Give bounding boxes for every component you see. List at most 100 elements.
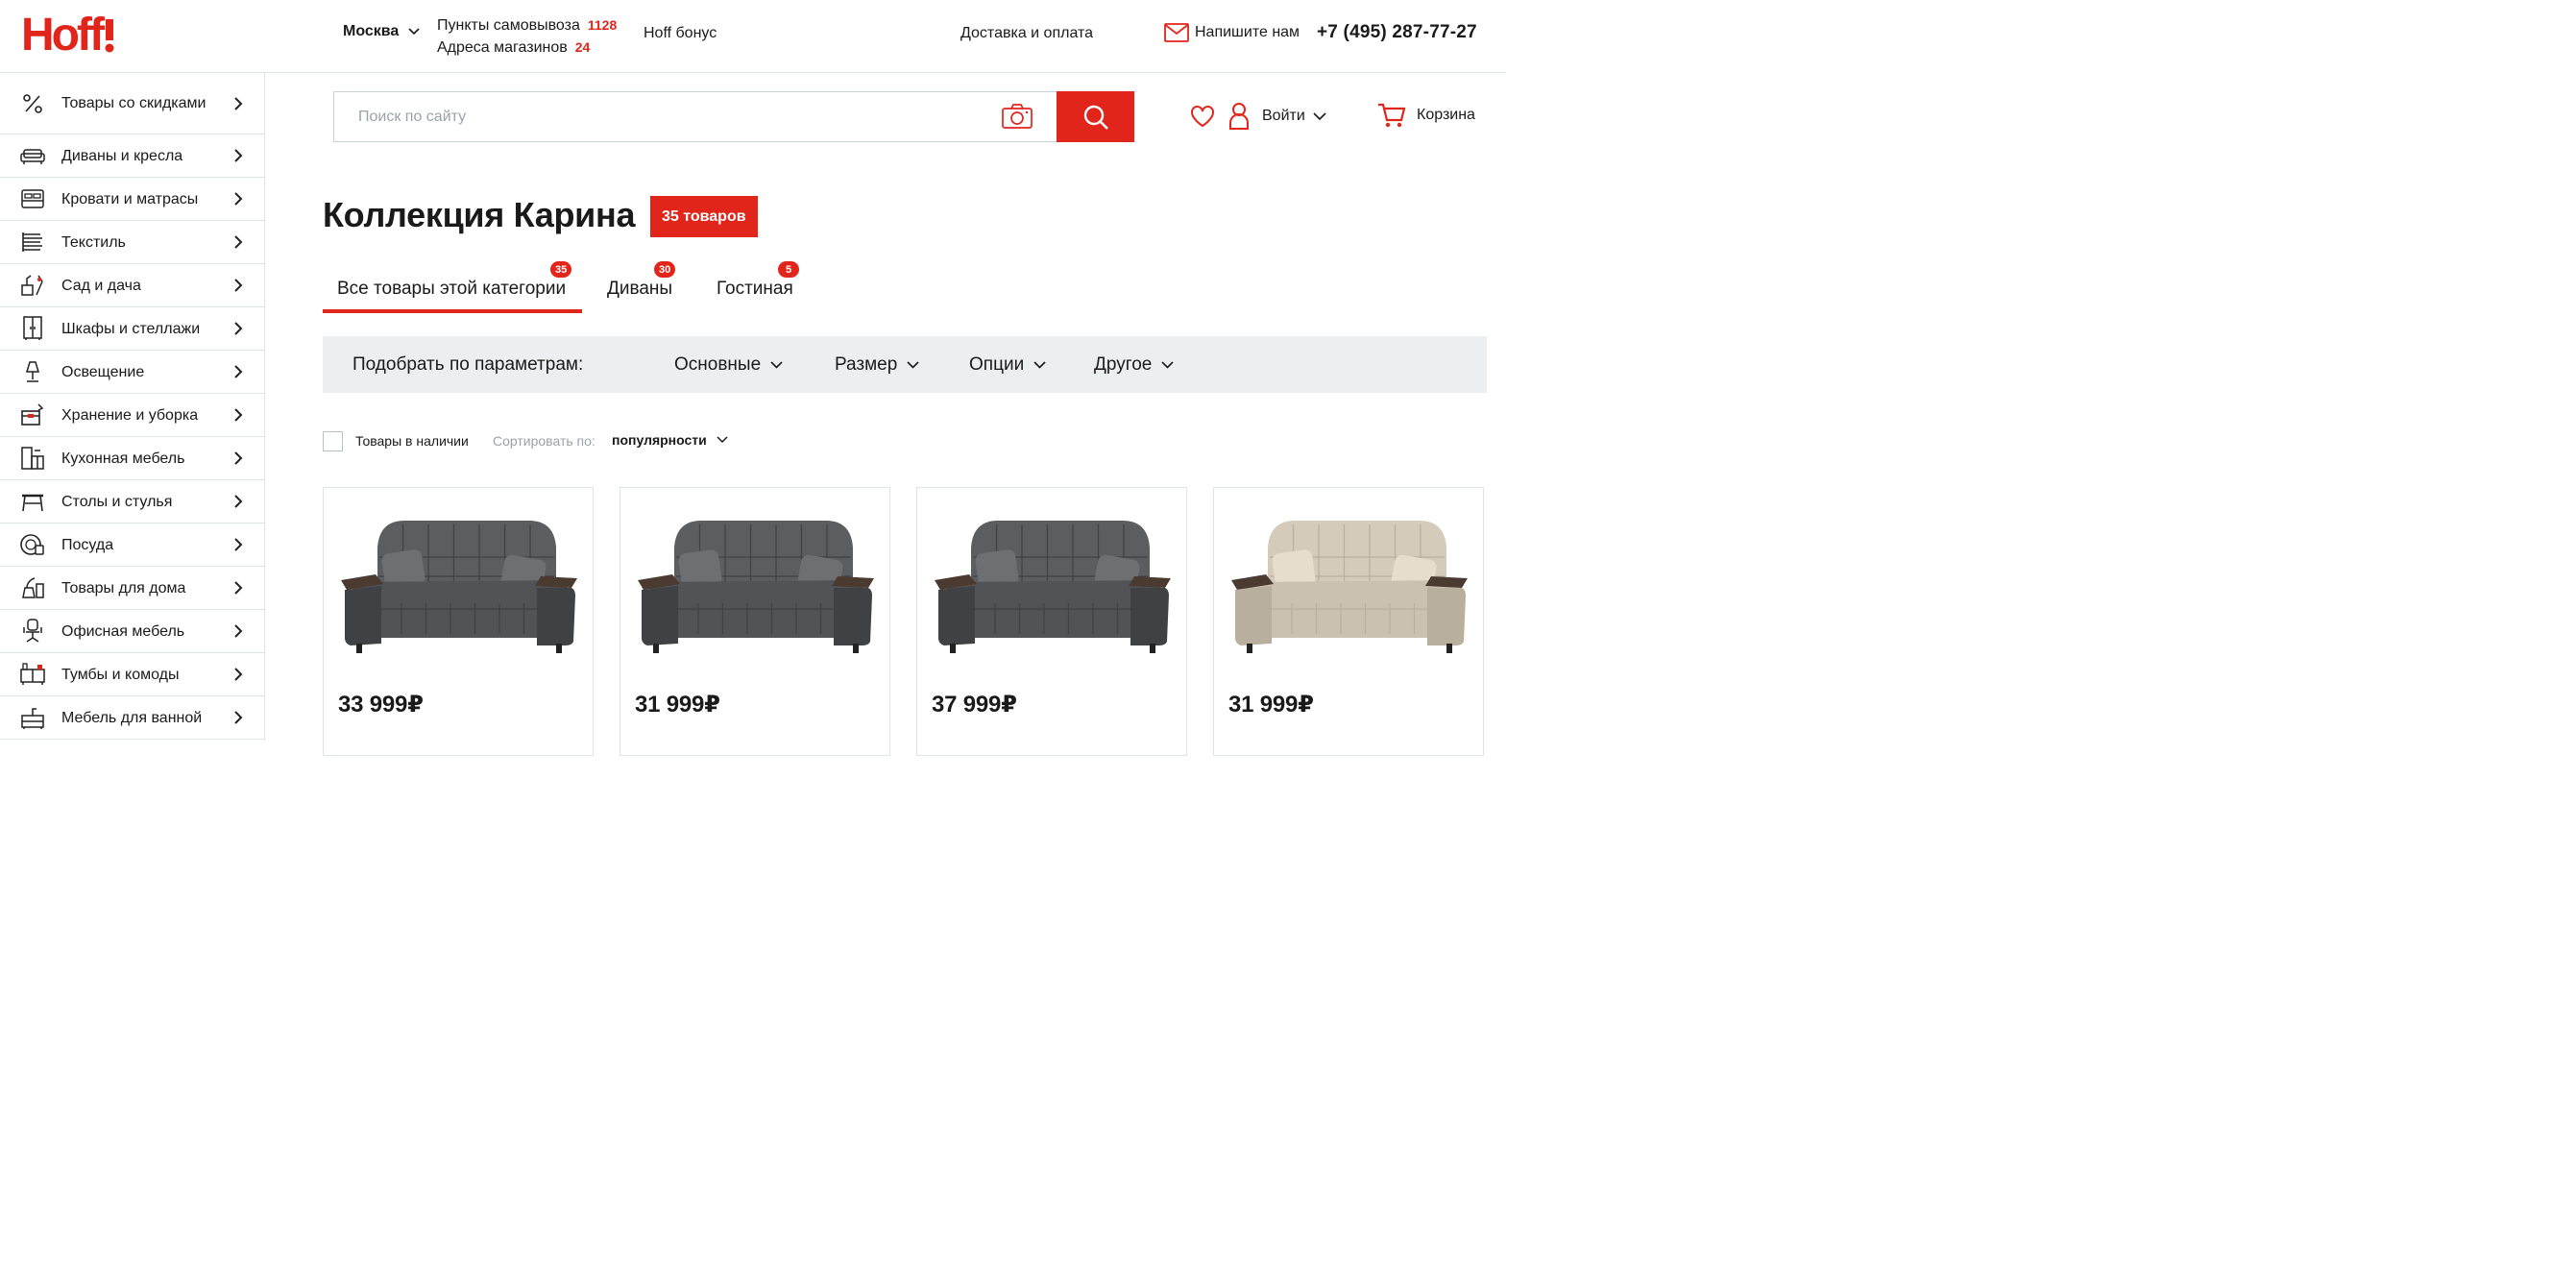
tab-count-badge: 30 bbox=[654, 261, 676, 278]
sofa-arm-left bbox=[345, 586, 381, 645]
sofa-leg bbox=[556, 644, 562, 653]
armrest bbox=[832, 576, 874, 588]
sidebar-item-label: Освещение bbox=[61, 363, 145, 380]
pickup-points-count: 1128 bbox=[587, 17, 618, 33]
product-price: 37 999₽ bbox=[932, 692, 1017, 718]
chevron-right-icon bbox=[234, 668, 243, 681]
in-stock-label[interactable]: Товары в наличии bbox=[355, 433, 469, 449]
pickup-points-link[interactable]: Пункты самовывоза 1128 bbox=[437, 14, 617, 37]
filter-options-dropdown[interactable]: Опции bbox=[969, 354, 1046, 376]
tab-living-room[interactable]: Гостиная 5 bbox=[717, 261, 799, 300]
tab-label: Гостиная bbox=[717, 279, 793, 299]
cart-button[interactable]: Корзина bbox=[1376, 101, 1475, 130]
sidebar-item-label: Товары со скидками bbox=[61, 95, 207, 111]
storage-icon bbox=[21, 403, 44, 426]
tab-label: Все товары этой категории bbox=[337, 279, 567, 299]
sidebar-item-label: Шкафы и стеллажи bbox=[61, 320, 201, 337]
product-image bbox=[638, 521, 874, 653]
bathroom-icon bbox=[21, 708, 44, 729]
sidebar-item-label: Мебель для ванной bbox=[61, 709, 203, 726]
sidebar-item-home-goods[interactable]: Товары для дома bbox=[0, 567, 264, 610]
product-image bbox=[1231, 521, 1468, 653]
sidebar-item-bathroom[interactable]: Мебель для ванной bbox=[0, 696, 264, 740]
chevron-down-icon bbox=[770, 361, 783, 369]
search-button[interactable] bbox=[1057, 91, 1134, 142]
sofa-arm-left bbox=[1235, 586, 1272, 645]
phone-number[interactable]: +7 (495) 287-77-27 bbox=[1317, 22, 1477, 43]
sofa-icon bbox=[20, 149, 45, 164]
sidebar-item-wardrobes[interactable]: Шкафы и стеллажи bbox=[0, 307, 264, 351]
sidebar-item-lighting[interactable]: Освещение bbox=[0, 351, 264, 394]
chevron-right-icon bbox=[234, 538, 243, 551]
product-card[interactable]: 31 999₽ bbox=[620, 487, 890, 756]
filter-other-dropdown[interactable]: Другое bbox=[1094, 354, 1174, 376]
product-image bbox=[935, 521, 1171, 653]
login-dropdown[interactable]: Войти bbox=[1262, 108, 1326, 125]
sidebar-item-tables[interactable]: Столы и стулья bbox=[0, 480, 264, 523]
filter-main-dropdown[interactable]: Основные bbox=[674, 354, 783, 376]
sidebar-item-storage[interactable]: Хранение и уборка bbox=[0, 394, 264, 437]
store-addresses-link[interactable]: Адреса магазинов 24 bbox=[437, 37, 617, 59]
sidebar-item-office[interactable]: Офисная мебель bbox=[0, 610, 264, 653]
chevron-down-icon bbox=[1161, 361, 1174, 369]
write-us-label: Напишите нам bbox=[1195, 24, 1300, 40]
chevron-right-icon bbox=[234, 495, 243, 508]
sofa-arm-right bbox=[537, 588, 575, 645]
delivery-link[interactable]: Доставка и оплата bbox=[960, 25, 1093, 42]
filter-dropdown-label: Размер bbox=[835, 354, 898, 375]
search-icon bbox=[1083, 105, 1108, 130]
product-image bbox=[341, 521, 577, 653]
active-tab-indicator bbox=[323, 309, 582, 313]
tab-sofas[interactable]: Диваны 30 bbox=[607, 261, 676, 300]
product-card[interactable]: 31 999₽ bbox=[1213, 487, 1484, 756]
tab-count-badge: 5 bbox=[778, 261, 799, 278]
tab-all-products[interactable]: Все товары этой категории 35 bbox=[337, 261, 572, 300]
sidebar-item-label: Кровати и матрасы bbox=[61, 190, 199, 207]
sidebar-item-sofas[interactable]: Диваны и кресла bbox=[0, 134, 264, 178]
user-icon[interactable] bbox=[1227, 102, 1251, 131]
kitchen-icon bbox=[21, 447, 44, 470]
city-selector[interactable]: Москва bbox=[343, 23, 420, 40]
sofa-leg bbox=[653, 644, 659, 653]
chevron-right-icon bbox=[234, 235, 243, 249]
sidebar-item-textile[interactable]: Текстиль bbox=[0, 221, 264, 264]
sofa-leg bbox=[1247, 644, 1252, 653]
hoff-bonus-link[interactable]: Hoff бонус bbox=[644, 25, 717, 42]
sofa-leg bbox=[356, 644, 362, 653]
filter-size-dropdown[interactable]: Размер bbox=[835, 354, 919, 376]
write-us-link[interactable]: Напишите нам bbox=[1164, 23, 1300, 42]
chevron-right-icon bbox=[234, 711, 243, 724]
filter-label: Подобрать по параметрам: bbox=[352, 354, 584, 375]
sidebar-item-label: Офисная мебель bbox=[61, 622, 185, 640]
home-goods-icon bbox=[22, 577, 44, 598]
sidebar-item-label: Товары для дома bbox=[61, 579, 186, 596]
sofa-arm-right bbox=[1130, 588, 1169, 645]
camera-icon[interactable] bbox=[1001, 103, 1033, 130]
sidebar-item-kitchen[interactable]: Кухонная мебель bbox=[0, 437, 264, 480]
sidebar-item-label: Посуда bbox=[61, 536, 114, 553]
sidebar-item-dishes[interactable]: Посуда bbox=[0, 523, 264, 567]
chevron-down-icon bbox=[1033, 361, 1046, 369]
bed-icon bbox=[21, 189, 44, 208]
chevron-right-icon bbox=[234, 624, 243, 638]
sidebar-item-dressers[interactable]: Тумбы и комоды bbox=[0, 653, 264, 696]
product-card[interactable]: 33 999₽ bbox=[323, 487, 594, 756]
filter-dropdown-label: Основные bbox=[674, 354, 762, 375]
heart-icon[interactable] bbox=[1189, 103, 1216, 130]
sofa-leg bbox=[853, 644, 859, 653]
in-stock-checkbox[interactable] bbox=[323, 431, 343, 451]
search-input[interactable] bbox=[334, 92, 987, 141]
sidebar-item-beds[interactable]: Кровати и матрасы bbox=[0, 178, 264, 221]
search-bar bbox=[333, 91, 1134, 142]
sidebar-item-discounts[interactable]: Товары со скидками bbox=[0, 73, 264, 134]
product-card[interactable]: 37 999₽ bbox=[916, 487, 1187, 756]
sofa-arm-right bbox=[834, 588, 872, 645]
hoff-logo[interactable]: Hoff bbox=[21, 8, 117, 58]
sofa-leg bbox=[1446, 644, 1452, 653]
chevron-right-icon bbox=[234, 96, 243, 110]
sidebar-item-garden[interactable]: Сад и дача bbox=[0, 264, 264, 307]
sidebar-item-label: Хранение и уборка bbox=[61, 406, 199, 424]
sort-dropdown[interactable]: популярности bbox=[612, 432, 728, 448]
pickup-points-label: Пункты самовывоза bbox=[437, 17, 580, 34]
sidebar-item-label: Столы и стулья bbox=[61, 493, 173, 510]
